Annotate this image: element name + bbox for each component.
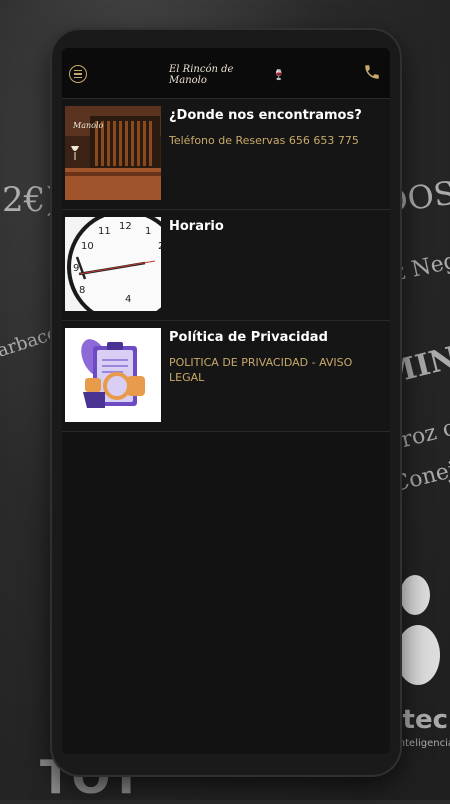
bg-chalk-text: tec: [402, 705, 448, 735]
empty-area: [62, 432, 390, 732]
bg-blob: [396, 625, 440, 685]
svg-text:Manolo: Manolo: [72, 121, 103, 130]
item-subtitle: POLITICA DE PRIVACIDAD - AVISO LEGAL: [169, 356, 353, 384]
clock-photo: 12 11 10 9 8 1 2 4: [65, 217, 161, 311]
svg-text:12: 12: [119, 221, 132, 232]
bg-chalk-text: 2€): [2, 180, 59, 220]
bg-chalk-text: inteligencia: [396, 738, 450, 749]
app-header: El Rincón de Manolo 🍷: [62, 48, 390, 99]
privacy-illustration: [65, 328, 161, 422]
restaurant-photo: Manolo: [65, 106, 161, 200]
svg-text:2: 2: [158, 241, 161, 252]
svg-text:4: 4: [125, 294, 131, 305]
content-list: Manolo ¿Donde nos encontramos? Teléfono …: [62, 99, 390, 432]
item-title: ¿Donde nos encontramos?: [169, 108, 362, 123]
item-subtitle: Teléfono de Reservas 656 653 775: [169, 134, 359, 147]
phone-frame: El Rincón de Manolo 🍷 Manolo ¿Donde nos …: [52, 30, 400, 775]
logo-text: El Rincón de Manolo: [169, 64, 234, 86]
wine-glass-icon: 🍷: [272, 69, 285, 81]
item-title: Horario: [169, 219, 224, 234]
item-title: Política de Privacidad: [169, 330, 328, 345]
menu-icon[interactable]: [69, 65, 87, 83]
svg-text:11: 11: [98, 226, 111, 237]
list-item[interactable]: 12 11 10 9 8 1 2 4 Hor: [62, 210, 390, 321]
svg-text:10: 10: [81, 241, 94, 252]
svg-text:8: 8: [79, 285, 85, 296]
svg-text:9: 9: [73, 263, 79, 274]
svg-text:1: 1: [145, 226, 151, 237]
list-item[interactable]: Política de Privacidad POLITICA DE PRIVA…: [62, 321, 390, 432]
phone-icon[interactable]: [363, 63, 381, 81]
app-logo: El Rincón de Manolo 🍷: [169, 64, 285, 86]
app-screen: El Rincón de Manolo 🍷 Manolo ¿Donde nos …: [62, 48, 390, 754]
list-item[interactable]: Manolo ¿Donde nos encontramos? Teléfono …: [62, 99, 390, 210]
bg-blob: [400, 575, 430, 615]
